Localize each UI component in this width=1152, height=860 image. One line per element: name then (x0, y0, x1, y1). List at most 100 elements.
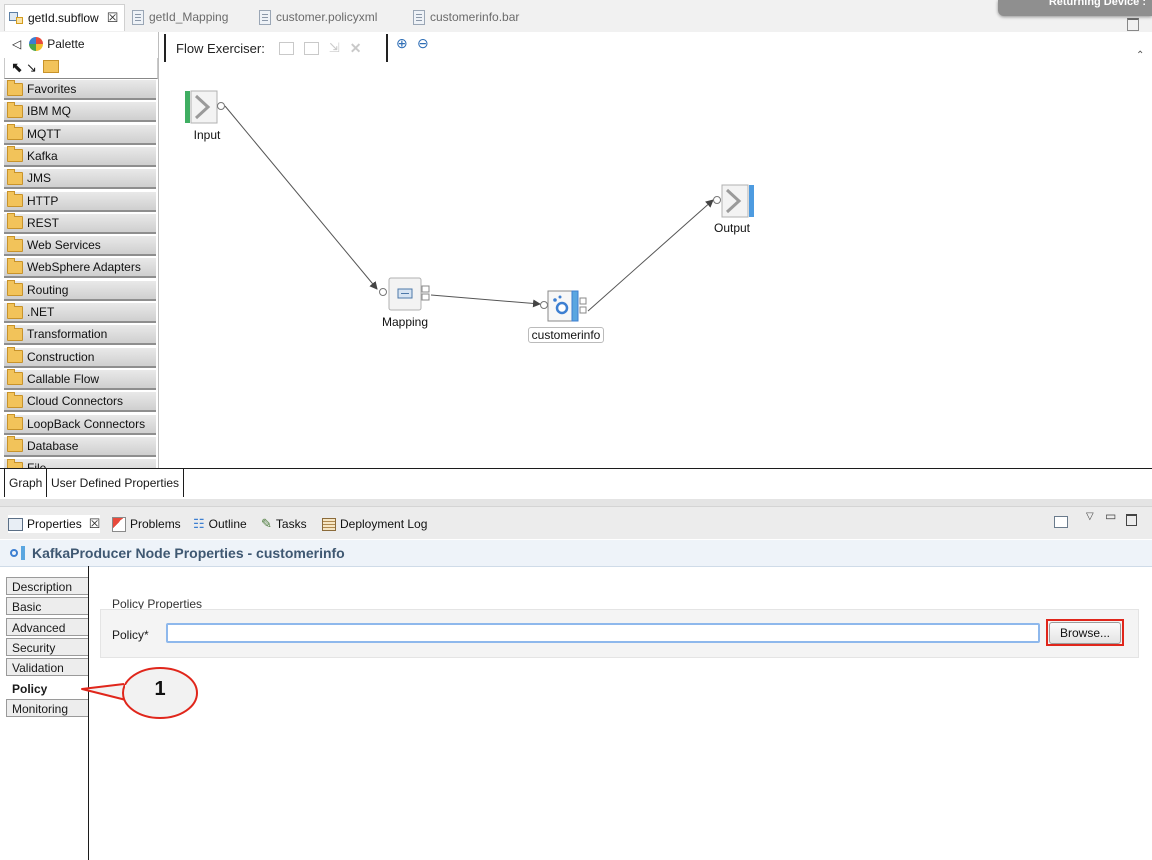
tab-deployment-log[interactable]: Deployment Log (322, 515, 427, 533)
palette-drawer-label: Transformation (27, 327, 108, 342)
palette-drawer-label: Web Services (27, 238, 101, 253)
side-tab-advanced[interactable]: Advanced (6, 617, 88, 636)
connection-customerinfo-output[interactable] (587, 199, 714, 312)
properties-header: KafkaProducer Node Properties - customer… (0, 540, 1152, 567)
map-file-icon (132, 9, 144, 25)
side-tab-security[interactable]: Security (6, 637, 88, 656)
tab-graph[interactable]: Graph (4, 469, 48, 497)
open-new-window-icon[interactable] (1054, 516, 1068, 528)
folder-icon (7, 369, 23, 386)
palette-header: ◁ Palette (0, 32, 158, 56)
palette-drawer-websphere-adapters[interactable]: WebSphere Adapters (4, 257, 156, 279)
palette-drawer-web-services[interactable]: Web Services (4, 235, 156, 257)
flow-canvas[interactable]: Flow Exerciser: ⇲ ✕ ⊕ ⊖ ⌃ Input Mapping … (160, 32, 1152, 468)
mapping-node[interactable] (379, 277, 430, 311)
outline-icon: ☷ (193, 516, 205, 531)
editor-page-tabs: Graph User Defined Properties (0, 468, 1152, 499)
editor-tab-label: customer.policyxml (276, 10, 378, 24)
mapping-node-label: Mapping (381, 315, 429, 329)
palette-drawer-label: HTTP (27, 193, 59, 208)
folder-icon (7, 347, 23, 364)
policy-label: Policy* (112, 628, 149, 642)
connection-mapping-customerinfo[interactable] (430, 294, 541, 308)
bar-file-icon (413, 9, 425, 25)
palette-drawer-database[interactable]: Database (4, 436, 156, 457)
palette-drawer-label: Cloud Connectors (27, 394, 124, 409)
folder-icon (7, 280, 23, 297)
connection-tool-icon[interactable]: ↘ (26, 60, 37, 76)
palette-drawer-label: REST (27, 215, 60, 230)
editor-tab-customer-policyxml[interactable]: customer.policyxml (259, 6, 377, 28)
palette-drawer-favorites[interactable]: Favorites (4, 79, 156, 100)
folder-icon (7, 168, 23, 185)
side-tab-policy[interactable]: Policy (6, 678, 88, 697)
tab-problems[interactable]: Problems (112, 515, 181, 533)
side-tab-description[interactable]: Description (6, 577, 88, 595)
problems-icon (112, 516, 126, 532)
palette-drawer-construction[interactable]: Construction (4, 347, 156, 368)
editor-tab-customerinfo-bar[interactable]: customerinfo.bar (413, 6, 519, 28)
palette-drawer-label: Construction (27, 349, 95, 364)
maximize-icon[interactable] (1127, 18, 1139, 31)
connection-input-mapping[interactable] (224, 105, 378, 290)
palette-drawer-label: Favorites (27, 82, 77, 96)
tab-tasks[interactable]: ✎ Tasks (261, 515, 307, 533)
palette-icon (29, 37, 44, 51)
palette-drawer-loopback-connectors[interactable]: LoopBack Connectors (4, 414, 156, 435)
palette-drawer-label: IBM MQ (27, 104, 71, 119)
palette-drawer-callable-flow[interactable]: Callable Flow (4, 369, 156, 390)
callout-number: 1 (154, 678, 166, 700)
customerinfo-node[interactable] (540, 290, 587, 322)
folder-icon (7, 302, 23, 319)
policy-input[interactable] (166, 623, 1040, 643)
folder-tool-icon[interactable] (43, 60, 59, 73)
selection-tool-icon[interactable]: ⬉ (11, 59, 23, 76)
folder-icon (7, 101, 23, 118)
output-node[interactable] (713, 184, 755, 218)
flow-diagram (185, 90, 755, 322)
view-menu-icon[interactable]: ▽ (1086, 511, 1094, 522)
editor-tab-label: customerinfo.bar (430, 10, 520, 24)
folder-icon (7, 124, 23, 141)
palette-drawer-http[interactable]: HTTP (4, 191, 156, 212)
customerinfo-node-label: customerinfo (528, 327, 604, 343)
palette-drawer-label: Kafka (27, 148, 58, 163)
palette-drawer-jms[interactable]: JMS (4, 168, 156, 190)
palette-drawer-net[interactable]: .NET (4, 302, 156, 323)
palette-drawer-label: LoopBack Connectors (27, 416, 146, 431)
palette-tools: ⬉ ↘ (4, 58, 158, 79)
palette-drawer-rest[interactable]: REST (4, 213, 156, 234)
side-tab-basic[interactable]: Basic (6, 597, 88, 616)
close-view-icon[interactable]: ☒ (89, 516, 101, 532)
palette-drawer-ibm-mq[interactable]: IBM MQ (4, 101, 156, 123)
close-tab-icon[interactable]: ☒ (107, 10, 119, 26)
tab-properties[interactable]: Properties ☒ (8, 515, 101, 533)
editor-tab-label: getId_Mapping (149, 10, 229, 24)
tab-user-defined-properties[interactable]: User Defined Properties (47, 469, 185, 497)
palette-drawer-cloud-connectors[interactable]: Cloud Connectors (4, 391, 156, 413)
palette-drawer-routing[interactable]: Routing (4, 280, 156, 301)
palette-drawer-label: Routing (27, 282, 69, 297)
side-tab-validation[interactable]: Validation (6, 658, 88, 677)
palette-title: Palette (47, 37, 85, 51)
palette-drawer-transformation[interactable]: Transformation (4, 324, 156, 346)
tab-label: Outline (208, 517, 247, 531)
editor-tab-getid-mapping[interactable]: getId_Mapping (132, 6, 228, 28)
palette-drawer-mqtt[interactable]: MQTT (4, 124, 156, 145)
folder-icon (7, 414, 23, 430)
minimize-view-icon[interactable]: ▭ (1105, 509, 1116, 523)
tab-outline[interactable]: ☷ Outline (193, 515, 247, 533)
editor-tab-getid-subflow[interactable]: getId.subflow ☒ (4, 4, 126, 31)
palette-drawer-label: .NET (27, 305, 55, 319)
view-tab-bar: Properties ☒ Problems ☷ Outline ✎ Tasks … (0, 506, 1152, 539)
side-tab-monitoring[interactable]: Monitoring (6, 698, 88, 717)
collapse-palette-icon[interactable]: ◁ (12, 37, 21, 51)
maximize-view-icon[interactable] (1126, 514, 1137, 526)
folder-icon (7, 324, 23, 341)
palette-drawer-kafka[interactable]: Kafka (4, 146, 156, 167)
palette-drawer-label: WebSphere Adapters (27, 260, 141, 275)
tab-label: Tasks (275, 517, 307, 531)
input-node[interactable] (185, 90, 225, 124)
kafka-producer-icon (10, 546, 26, 560)
output-node-label: Output (713, 221, 751, 235)
